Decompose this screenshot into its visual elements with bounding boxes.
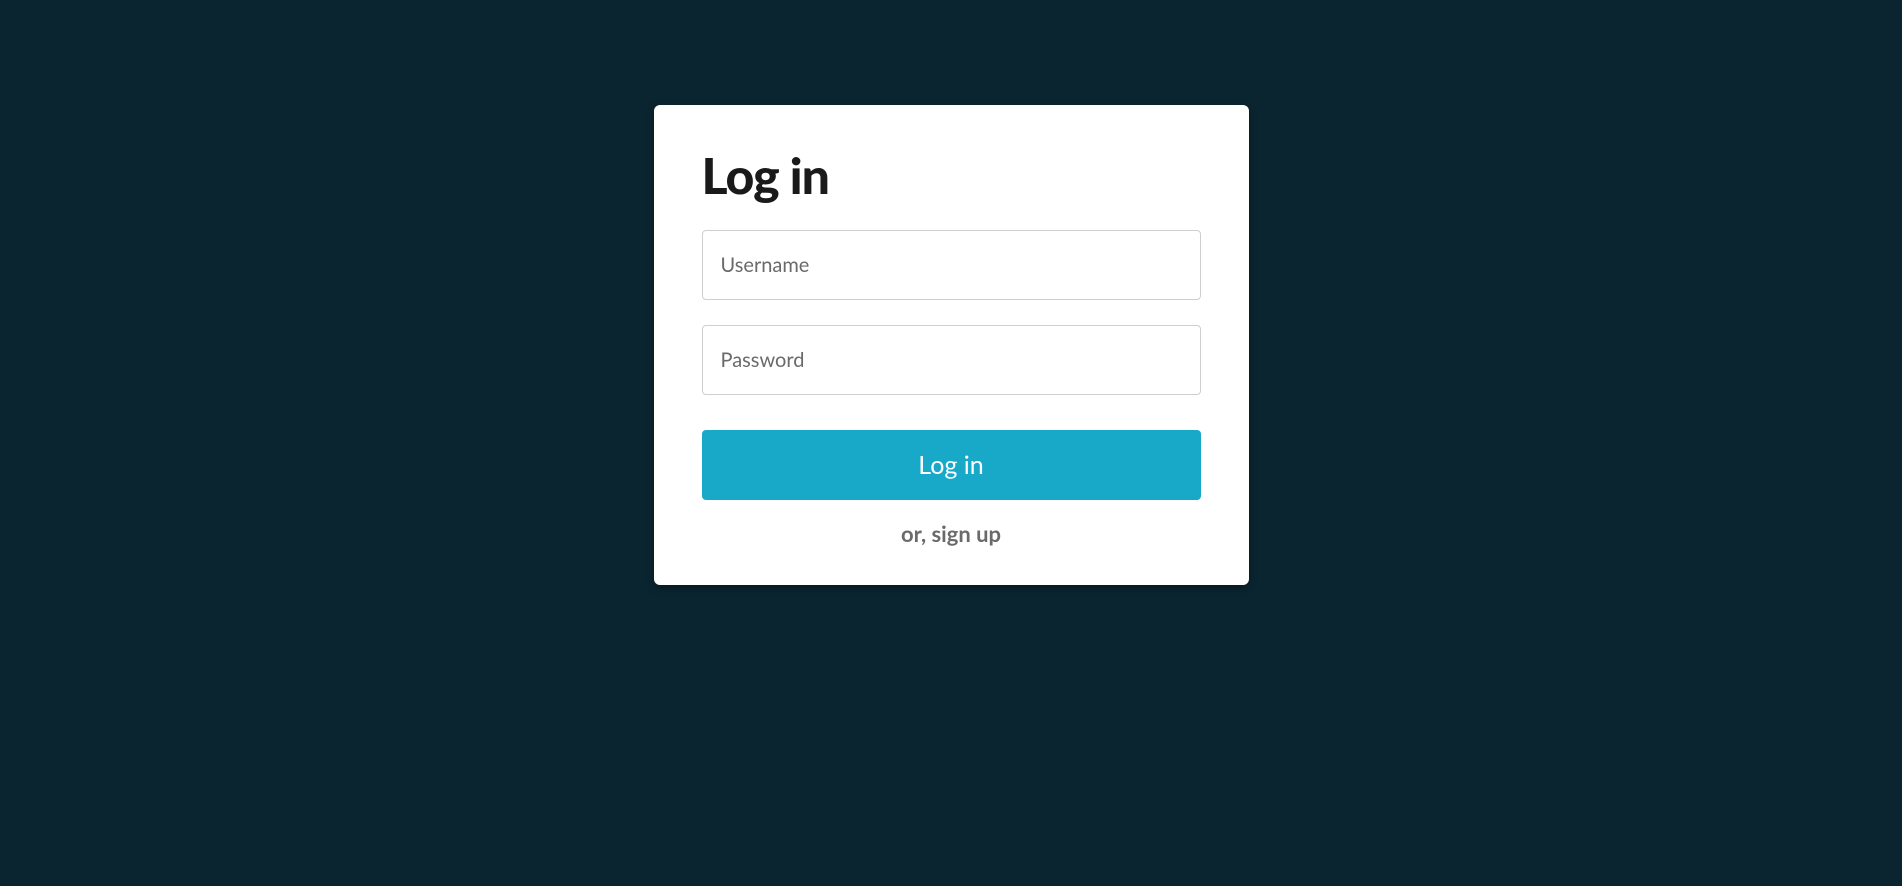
login-card: Log in Log in or, sign up bbox=[654, 105, 1249, 585]
login-title: Log in bbox=[702, 145, 1201, 205]
signup-link[interactable]: or, sign up bbox=[702, 520, 1201, 547]
password-input[interactable] bbox=[702, 325, 1201, 395]
login-button[interactable]: Log in bbox=[702, 430, 1201, 500]
username-input[interactable] bbox=[702, 230, 1201, 300]
